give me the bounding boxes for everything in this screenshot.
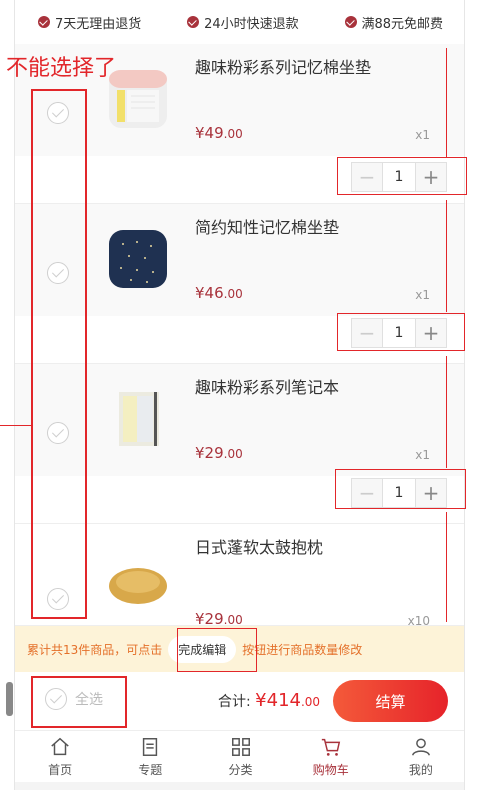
category-icon	[231, 737, 250, 756]
tip-text-after: 按钮进行商品数量修改	[242, 642, 363, 657]
user-icon	[411, 737, 430, 756]
product-name[interactable]: 趣味粉彩系列记忆棉坐垫	[195, 54, 371, 78]
product-price: ¥49.00	[195, 124, 243, 142]
annotation-line	[446, 356, 447, 468]
home-icon	[51, 737, 69, 755]
promo-item-refund: 24小时快速退款	[187, 13, 299, 32]
tip-text-before: 累计共13件商品，可点击	[27, 642, 163, 657]
tab-label: 分类	[228, 762, 253, 777]
product-quantity-label: x1	[415, 128, 430, 142]
tab-topic[interactable]: 专题	[105, 731, 195, 782]
check-badge-icon	[187, 16, 200, 28]
product-price: ¥46.00	[195, 284, 243, 302]
promo-label: 满88元免邮费	[361, 16, 444, 32]
annotation-line	[446, 200, 447, 312]
product-image-navy-cushion[interactable]	[107, 228, 169, 290]
tab-label: 首页	[48, 762, 73, 777]
tab-home[interactable]: 首页	[15, 731, 105, 782]
promo-item-returns: 7天无理由退货	[37, 13, 142, 32]
total-label: 合计:	[218, 694, 251, 710]
product-image-notebook[interactable]	[107, 388, 169, 450]
annotation-line	[0, 425, 31, 426]
total-amount: ¥414.00	[255, 690, 321, 711]
tab-category[interactable]: 分类	[195, 731, 285, 782]
annotation-box-stepper	[337, 313, 465, 351]
tab-label: 购物车	[312, 762, 349, 777]
tab-cart[interactable]: 购物车	[286, 731, 376, 782]
product-quantity-label: x1	[415, 288, 430, 302]
cart-icon	[321, 738, 340, 756]
annotation-box-stepper	[335, 469, 466, 509]
tab-profile[interactable]: 我的	[376, 731, 464, 782]
check-badge-icon	[37, 16, 50, 28]
promo-strip: 7天无理由退货 24小时快速退款 满88元免邮费	[15, 0, 464, 44]
product-quantity-label: x1	[415, 448, 430, 462]
bottom-tab-bar: 首页 专题 分类 购物车 我的	[15, 730, 464, 782]
promo-item-shipping: 满88元免邮费	[344, 13, 444, 32]
annotation-line	[446, 512, 447, 622]
product-name[interactable]: 趣味粉彩系列笔记本	[195, 374, 339, 398]
product-name[interactable]: 简约知性记忆棉坐垫	[195, 214, 339, 238]
tab-label: 我的	[408, 762, 433, 777]
product-name[interactable]: 日式蓬软太鼓抱枕	[195, 534, 323, 558]
scrollbar[interactable]	[6, 682, 13, 716]
annotation-box-checkboxes	[31, 89, 87, 619]
promo-label: 24小时快速退款	[204, 16, 299, 32]
checkout-button[interactable]: 结算	[333, 680, 448, 722]
annotation-note: 不能选择了	[6, 56, 117, 81]
annotation-box-select-all	[31, 676, 127, 728]
check-badge-icon	[344, 16, 357, 28]
tab-label: 专题	[138, 762, 163, 777]
total-price: 合计: ¥414.00	[218, 690, 320, 711]
promo-label: 7天无理由退货	[54, 16, 142, 32]
product-image-pink-cushion[interactable]	[107, 68, 169, 130]
annotation-line	[446, 48, 447, 158]
topic-icon	[143, 737, 158, 756]
product-image-round-pillow[interactable]	[107, 562, 169, 608]
annotation-box-stepper	[337, 157, 467, 195]
product-price: ¥29.00	[195, 444, 243, 462]
annotation-box-finish-edit	[177, 628, 257, 672]
